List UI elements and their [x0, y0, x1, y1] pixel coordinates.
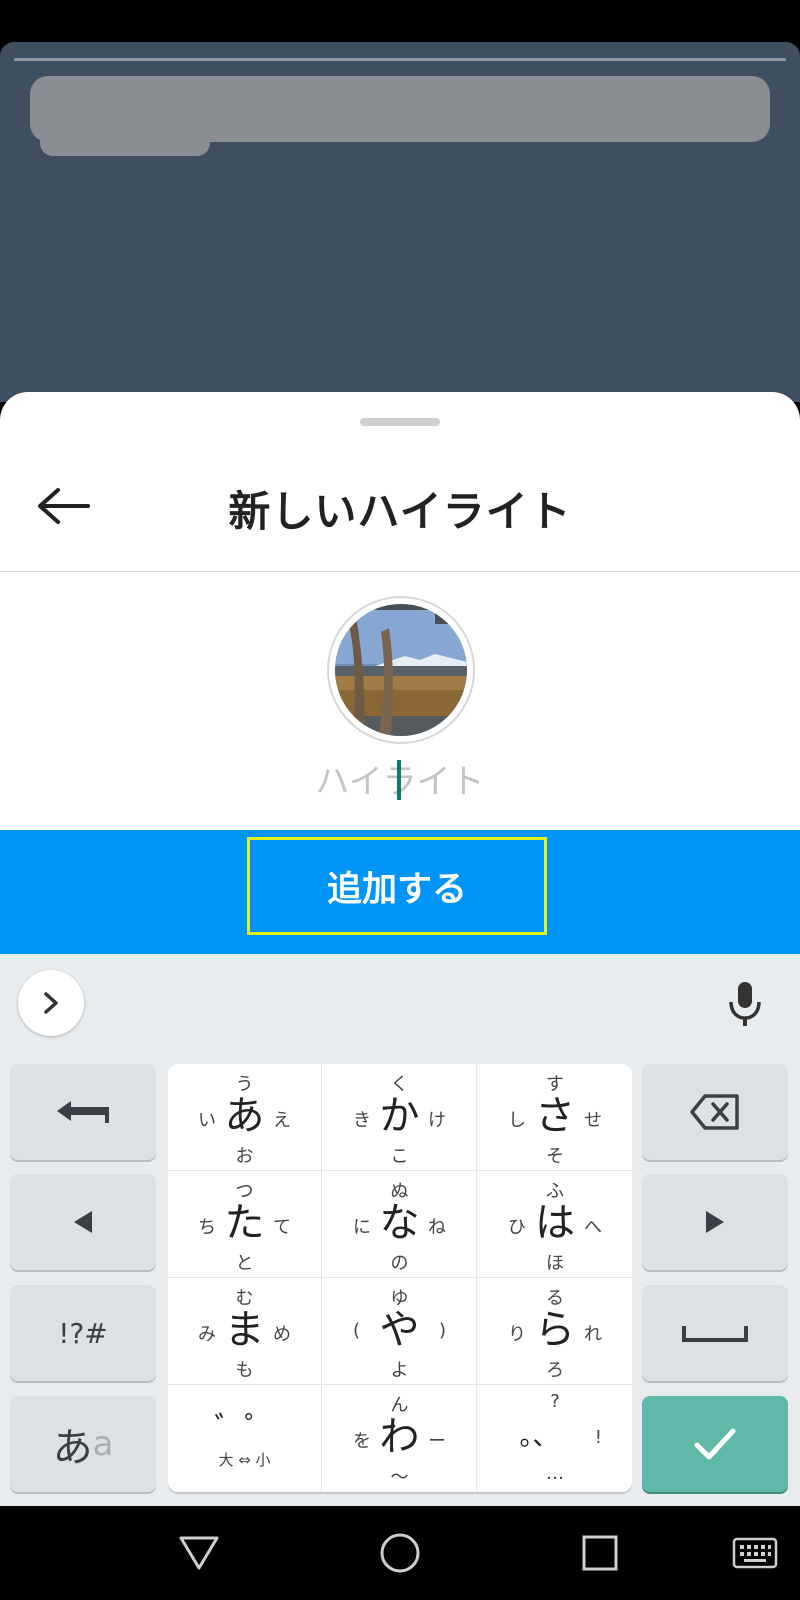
undo-key[interactable] [10, 1064, 156, 1160]
background-divider [14, 58, 786, 61]
key-sa[interactable]: すしさせそ [478, 1064, 632, 1171]
arrow-right-icon [706, 1211, 724, 1233]
key-punctuation[interactable]: ?。、!… [478, 1385, 632, 1492]
nav-recents-icon [582, 1535, 618, 1571]
mode-label: あ [52, 1425, 93, 1471]
mode-label-alt: a [92, 1424, 114, 1464]
highlight-cover-image [335, 604, 467, 736]
chevron-right-icon [44, 992, 58, 1014]
key-ha[interactable]: ふひはへほ [478, 1171, 632, 1278]
highlight-cover-button[interactable] [327, 596, 475, 744]
redacted-text [40, 130, 210, 156]
input-mode-key[interactable]: あa [10, 1396, 156, 1492]
nav-home-icon [380, 1533, 420, 1573]
navigation-bar [0, 1506, 800, 1600]
nav-home-button[interactable] [375, 1528, 425, 1578]
key-ra[interactable]: るりられろ [478, 1278, 632, 1385]
key-dakuten[interactable]: ゛゜大 ⇔ 小 [168, 1385, 322, 1492]
background-content [0, 42, 800, 402]
page-title: 新しいハイライト [228, 487, 572, 536]
nav-recents-button[interactable] [575, 1528, 625, 1578]
keyboard-icon [732, 1537, 778, 1569]
cursor-left-key[interactable] [10, 1174, 156, 1270]
kana-keypad: ういあえお くきかけこ すしさせそ つちたてと ぬになねの ふひはへほ むみまめ… [168, 1064, 632, 1492]
symbols-key[interactable]: !?# [10, 1285, 156, 1381]
undo-icon [57, 1101, 109, 1123]
arrow-left-icon [74, 1211, 92, 1233]
key-ta[interactable]: つちたてと [168, 1171, 322, 1278]
backspace-icon [690, 1094, 739, 1130]
sheet-drag-handle[interactable] [360, 418, 440, 426]
text-cursor [397, 760, 401, 800]
key-ya[interactable]: ゆ(や) よ [323, 1278, 477, 1385]
voice-input-button[interactable] [720, 974, 770, 1034]
enter-key[interactable] [642, 1396, 788, 1492]
nav-back-icon [179, 1536, 219, 1570]
space-icon [682, 1326, 748, 1342]
status-bar [0, 0, 800, 42]
nav-back-button[interactable] [174, 1528, 224, 1578]
divider [0, 571, 800, 572]
add-button[interactable]: 追加する [247, 837, 547, 935]
key-a[interactable]: ういあえお [168, 1064, 322, 1171]
space-key[interactable] [642, 1285, 788, 1381]
japanese-keyboard: !?# あa ういあえお くきかけこ すしさせそ つちたてと ぬになねの ふひは… [0, 954, 800, 1506]
keyboard-expand-button[interactable] [18, 970, 84, 1036]
add-button-bar: 追加する [0, 830, 800, 954]
cursor-right-key[interactable] [642, 1174, 788, 1270]
key-ka[interactable]: くきかけこ [323, 1064, 477, 1171]
key-na[interactable]: ぬになねの [323, 1171, 477, 1278]
key-ma[interactable]: むみまめも [168, 1278, 322, 1385]
microphone-icon [729, 982, 761, 1026]
backspace-key[interactable] [642, 1064, 788, 1160]
checkmark-icon [694, 1428, 736, 1460]
key-wa[interactable]: んをわー〜 [323, 1385, 477, 1492]
keyboard-switch-button[interactable] [730, 1528, 780, 1578]
